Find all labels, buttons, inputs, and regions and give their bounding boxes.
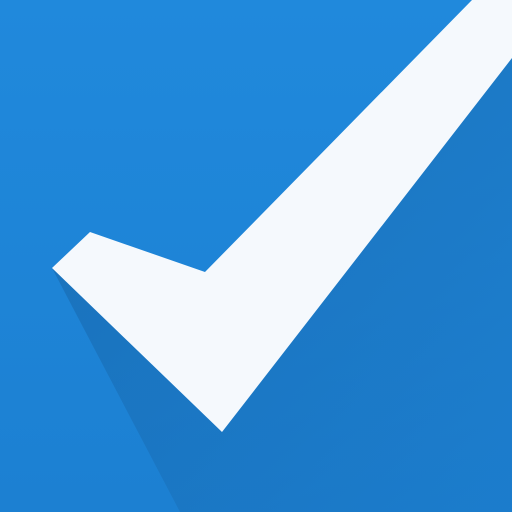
checkmark-icon [0,0,512,512]
app-icon-canvas [0,0,512,512]
